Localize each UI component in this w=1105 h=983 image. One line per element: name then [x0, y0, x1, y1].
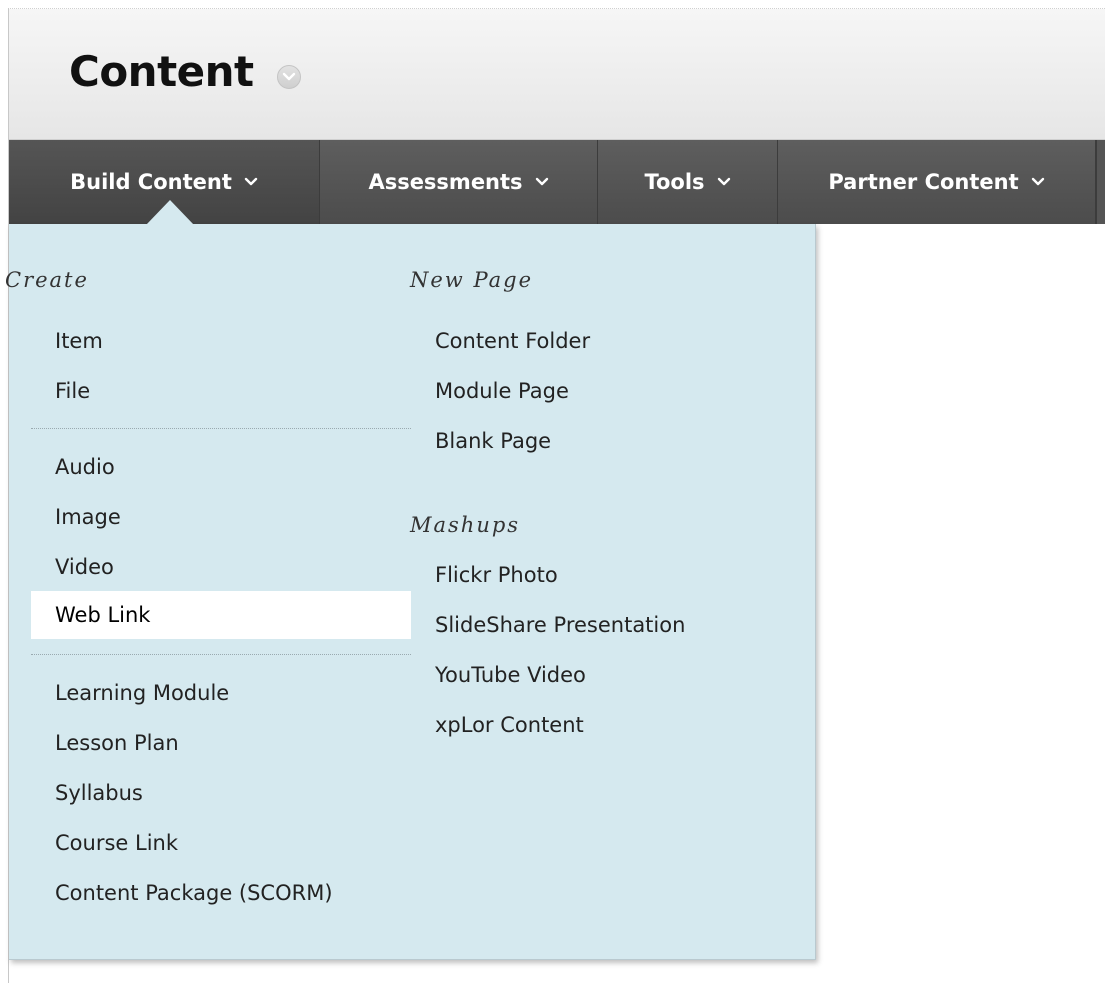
tab-build-content-label: Build Content [70, 170, 232, 194]
menu-item-content-package-scorm[interactable]: Content Package (SCORM) [55, 881, 333, 905]
frame-top-border [0, 0, 1105, 9]
page-title: Content [69, 47, 254, 96]
tab-tools-label: Tools [644, 170, 705, 194]
menu-item-slideshare-presentation[interactable]: SlideShare Presentation [435, 613, 685, 637]
menu-item-audio[interactable]: Audio [55, 455, 115, 479]
menu-item-course-link[interactable]: Course Link [55, 831, 178, 855]
menu-item-flickr-photo[interactable]: Flickr Photo [435, 563, 558, 587]
tab-assessments[interactable]: Assessments [320, 140, 598, 224]
title-options-chevron-icon[interactable] [277, 65, 301, 89]
menu-item-youtube-video[interactable]: YouTube Video [435, 663, 586, 687]
menu-item-item[interactable]: Item [55, 329, 103, 353]
create-divider-2 [31, 654, 411, 655]
menu-item-xplor-content[interactable]: xpLor Content [435, 713, 584, 737]
tab-partner-content-label: Partner Content [828, 170, 1019, 194]
menu-item-image[interactable]: Image [55, 505, 121, 529]
create-divider-1 [31, 428, 411, 429]
menu-item-blank-page[interactable]: Blank Page [435, 429, 551, 453]
frame-left-border [0, 8, 9, 983]
chevron-down-icon [535, 177, 548, 186]
dropdown-pointer [146, 200, 194, 225]
mashups-heading: Mashups [410, 513, 521, 537]
action-bar-end-cap [1096, 140, 1105, 224]
menu-item-video[interactable]: Video [55, 555, 114, 579]
tab-tools[interactable]: Tools [598, 140, 778, 224]
menu-item-syllabus[interactable]: Syllabus [55, 781, 143, 805]
page-header: Content [9, 9, 1105, 140]
menu-item-content-folder[interactable]: Content Folder [435, 329, 590, 353]
create-heading: Create [5, 268, 89, 292]
menu-item-file[interactable]: File [55, 379, 90, 403]
chevron-down-icon [717, 177, 730, 186]
menu-item-lesson-plan[interactable]: Lesson Plan [55, 731, 179, 755]
build-content-dropdown: Create Item File Audio Image Video Web L… [5, 224, 816, 960]
tab-partner-content[interactable]: Partner Content [778, 140, 1096, 224]
menu-item-learning-module[interactable]: Learning Module [55, 681, 229, 705]
chevron-down-icon [1031, 177, 1044, 186]
menu-item-web-link[interactable]: Web Link [31, 591, 411, 639]
tab-assessments-label: Assessments [368, 170, 523, 194]
menu-item-module-page[interactable]: Module Page [435, 379, 569, 403]
chevron-down-icon [244, 177, 258, 186]
new-page-heading: New Page [410, 268, 534, 292]
